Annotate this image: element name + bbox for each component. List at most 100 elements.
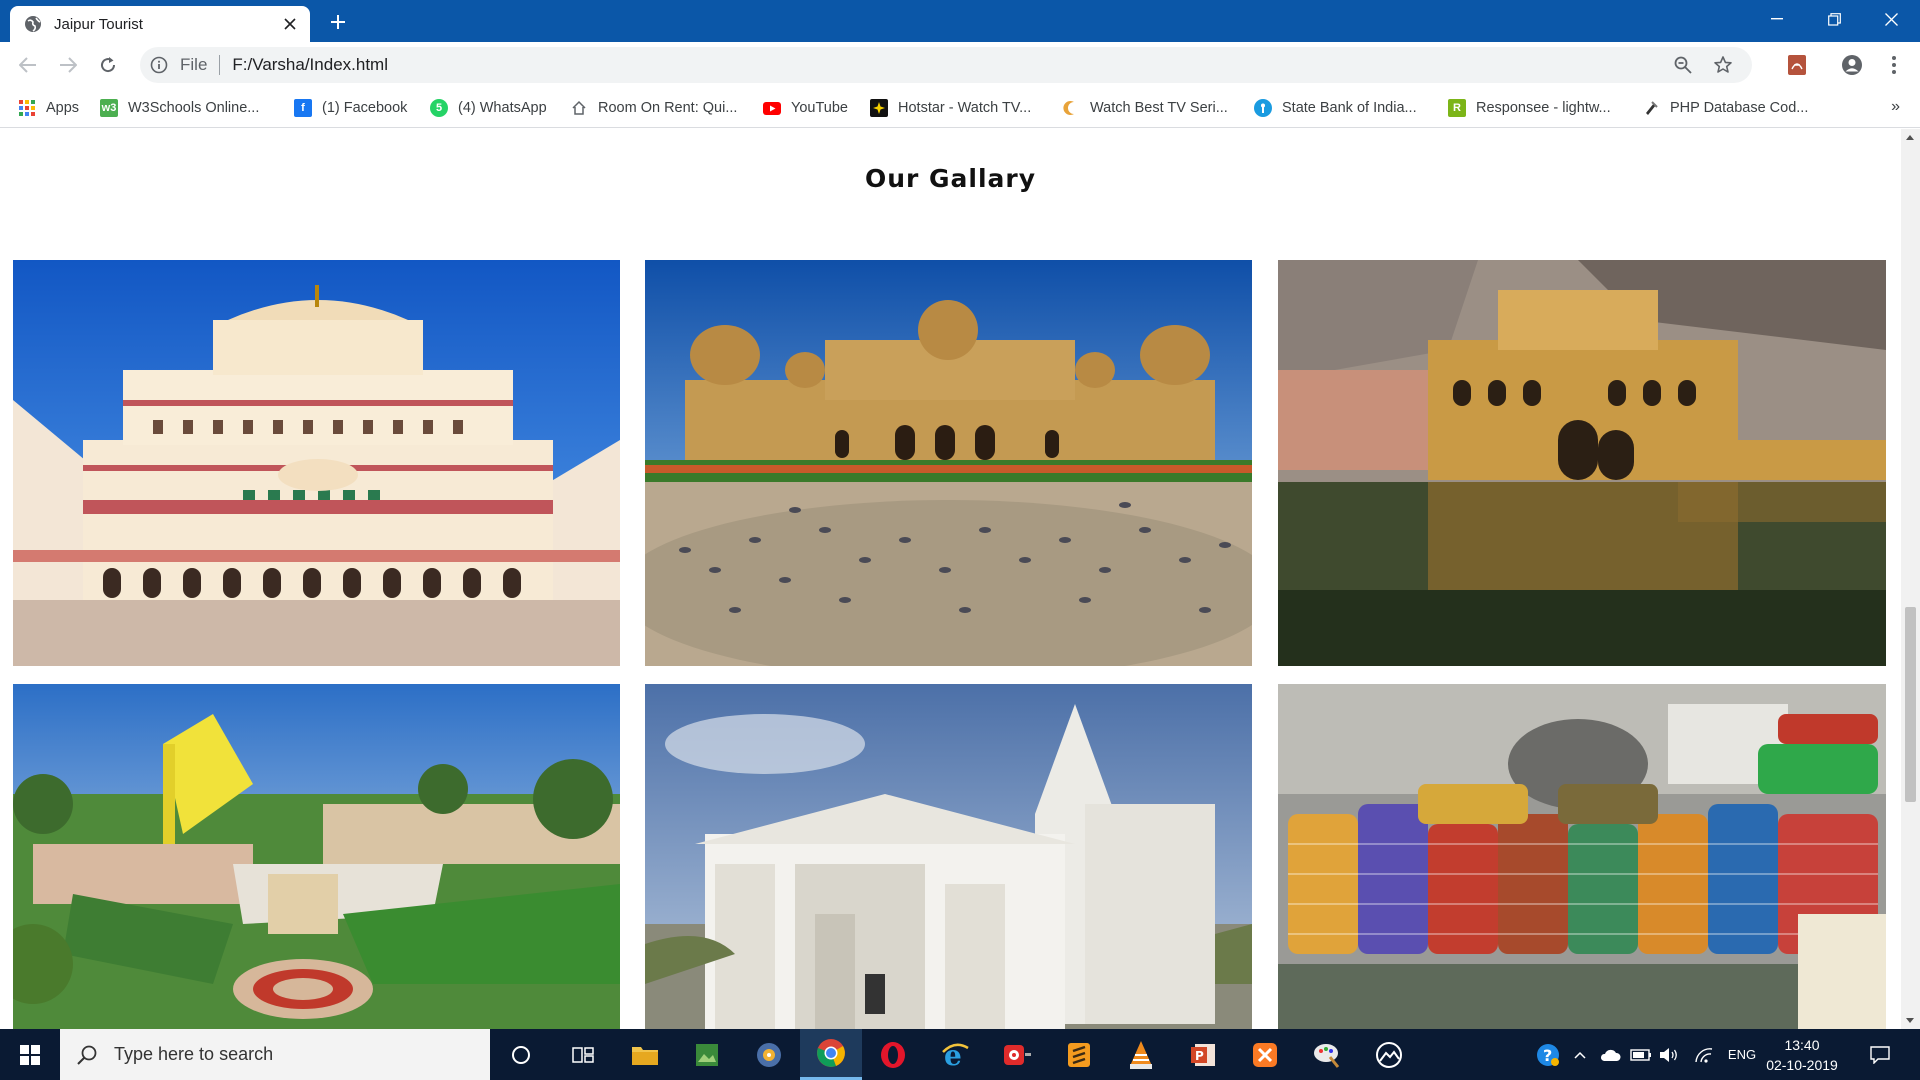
whatsapp-icon: 5	[430, 99, 448, 117]
internet-explorer-icon[interactable]: e	[924, 1029, 986, 1080]
task-view-icon[interactable]	[552, 1029, 614, 1080]
cortana-icon[interactable]	[490, 1029, 552, 1080]
opera-icon[interactable]	[862, 1029, 924, 1080]
gallery-photo-bangle-market[interactable]	[1278, 684, 1886, 1029]
info-icon[interactable]	[150, 56, 168, 74]
photo-app-icon[interactable]	[676, 1029, 738, 1080]
bookmarks-overflow-icon[interactable]: »	[1891, 98, 1900, 116]
powerpoint-icon[interactable]: P	[1172, 1029, 1234, 1080]
bookmark-hotstar[interactable]: Hotstar - Watch TV...	[870, 88, 1031, 128]
bookmark-watch-tv[interactable]: Watch Best TV Seri...	[1062, 88, 1228, 128]
bookmark-youtube[interactable]: YouTube	[763, 88, 848, 128]
bangle-market-image	[1278, 684, 1886, 1029]
chrome-icon[interactable]	[800, 1029, 862, 1080]
minimize-icon[interactable]	[1748, 0, 1806, 38]
profile-avatar-icon[interactable]	[1840, 53, 1864, 77]
bookmark-label: Apps	[46, 100, 80, 116]
menu-dots-icon[interactable]	[1882, 53, 1906, 77]
moon-icon	[1062, 99, 1080, 117]
search-icon	[77, 1045, 97, 1065]
bookmark-php-database[interactable]: PHP Database Cod...	[1642, 88, 1808, 128]
help-icon[interactable]: ?	[1532, 1029, 1564, 1080]
albert-hall-image	[645, 260, 1252, 666]
gallery-photo-birla-mandir[interactable]	[645, 684, 1252, 1029]
xampp-icon[interactable]	[1234, 1029, 1296, 1080]
close-tab-icon[interactable]	[282, 16, 298, 32]
search-placeholder: Type here to search	[114, 1044, 274, 1064]
battery-icon[interactable]	[1628, 1029, 1654, 1080]
onedrive-cloud-icon[interactable]	[1596, 1029, 1624, 1080]
youtube-icon	[763, 99, 781, 117]
gallery-photo-jantar-mantar[interactable]	[13, 684, 620, 1029]
forward-arrow-icon[interactable]	[54, 51, 82, 79]
media-app-icon[interactable]	[986, 1029, 1048, 1080]
birla-mandir-image	[645, 684, 1252, 1029]
bookmarks-bar: Apps w3 W3Schools Online... f (1) Facebo…	[0, 88, 1920, 128]
wifi-icon[interactable]	[1690, 1029, 1718, 1080]
url-scheme: File	[180, 55, 208, 74]
restore-icon[interactable]	[1805, 0, 1863, 38]
gallery-photo-albert-hall[interactable]	[645, 260, 1252, 666]
reload-icon[interactable]	[94, 51, 122, 79]
close-window-icon[interactable]	[1862, 0, 1920, 38]
taskbar-clock[interactable]: 13:40 02-10-2019	[1762, 1035, 1842, 1075]
bookmark-label: PHP Database Cod...	[1670, 100, 1809, 116]
notification-center-icon[interactable]	[1860, 1029, 1900, 1080]
zoom-icon[interactable]	[1672, 54, 1694, 76]
disk-app-icon[interactable]	[738, 1029, 800, 1080]
clock-time: 13:40	[1784, 1037, 1820, 1053]
svg-text:?: ?	[1543, 1046, 1552, 1065]
scroll-up-arrow-icon[interactable]	[1906, 135, 1914, 140]
bookmark-label: Responsee - lightw...	[1476, 100, 1611, 116]
browser-tab[interactable]: Jaipur Tourist	[10, 6, 310, 42]
bookmark-label: (1) Facebook	[322, 100, 408, 116]
taskbar-search-box[interactable]: Type here to search	[60, 1029, 490, 1080]
bookmark-label: W3Schools Online...	[128, 100, 260, 116]
new-tab-icon[interactable]	[326, 10, 350, 34]
bookmark-label: YouTube	[791, 100, 848, 116]
bookmark-star-icon[interactable]	[1712, 54, 1734, 76]
url-text[interactable]: F:/Varsha/Index.html	[232, 55, 1672, 75]
file-explorer-icon[interactable]	[614, 1029, 676, 1080]
w3schools-icon: w3	[100, 99, 118, 117]
gallery-photo-galta-ji[interactable]	[1278, 260, 1886, 666]
globe-icon	[25, 16, 41, 32]
tray-chevron-up-icon[interactable]	[1568, 1029, 1592, 1080]
php-icon	[1642, 99, 1660, 117]
bookmark-label: (4) WhatsApp	[458, 100, 547, 116]
responsee-icon: R	[1448, 99, 1466, 117]
svg-text:P: P	[1195, 1049, 1204, 1063]
bookmark-label: Watch Best TV Seri...	[1090, 100, 1228, 116]
bookmark-facebook[interactable]: f (1) Facebook	[294, 88, 407, 128]
browser-toolbar: File F:/Varsha/Index.html	[0, 42, 1920, 88]
bookmark-whatsapp[interactable]: 5 (4) WhatsApp	[430, 88, 547, 128]
photos-viewer-icon[interactable]	[1358, 1029, 1420, 1080]
bookmark-w3schools[interactable]: w3 W3Schools Online...	[100, 88, 259, 128]
bookmark-apps[interactable]: Apps	[18, 88, 79, 128]
scrollbar-thumb[interactable]	[1905, 607, 1916, 802]
bookmark-responsee[interactable]: R Responsee - lightw...	[1448, 88, 1611, 128]
tab-title: Jaipur Tourist	[54, 15, 143, 33]
scroll-down-arrow-icon[interactable]	[1906, 1018, 1914, 1023]
sbi-icon	[1254, 99, 1272, 117]
gallery-title: Our Gallary	[864, 164, 1037, 193]
pdf-extension-icon[interactable]	[1785, 53, 1809, 77]
windows-start-icon[interactable]	[0, 1029, 60, 1080]
windows-taskbar: Type here to search e P ? ENG 13:40 02-1…	[0, 1029, 1920, 1080]
bookmark-sbi[interactable]: State Bank of India...	[1254, 88, 1417, 128]
apps-grid-icon	[18, 99, 36, 117]
house-icon	[570, 99, 588, 117]
page-scrollbar[interactable]	[1901, 129, 1920, 1029]
back-arrow-icon[interactable]	[14, 51, 42, 79]
sublime-text-icon[interactable]	[1048, 1029, 1110, 1080]
vlc-icon[interactable]	[1110, 1029, 1172, 1080]
paint-icon[interactable]	[1296, 1029, 1358, 1080]
language-indicator[interactable]: ENG	[1722, 1029, 1762, 1080]
bookmark-room-on-rent[interactable]: Room On Rent: Qui...	[570, 88, 737, 128]
page-viewport: Our Gallary	[0, 129, 1901, 1029]
gallery-photo-city-palace[interactable]	[13, 260, 620, 666]
bookmark-label: Hotstar - Watch TV...	[898, 100, 1032, 116]
volume-icon[interactable]	[1656, 1029, 1682, 1080]
address-bar[interactable]: File F:/Varsha/Index.html	[140, 47, 1752, 83]
jantar-mantar-image	[13, 684, 620, 1029]
